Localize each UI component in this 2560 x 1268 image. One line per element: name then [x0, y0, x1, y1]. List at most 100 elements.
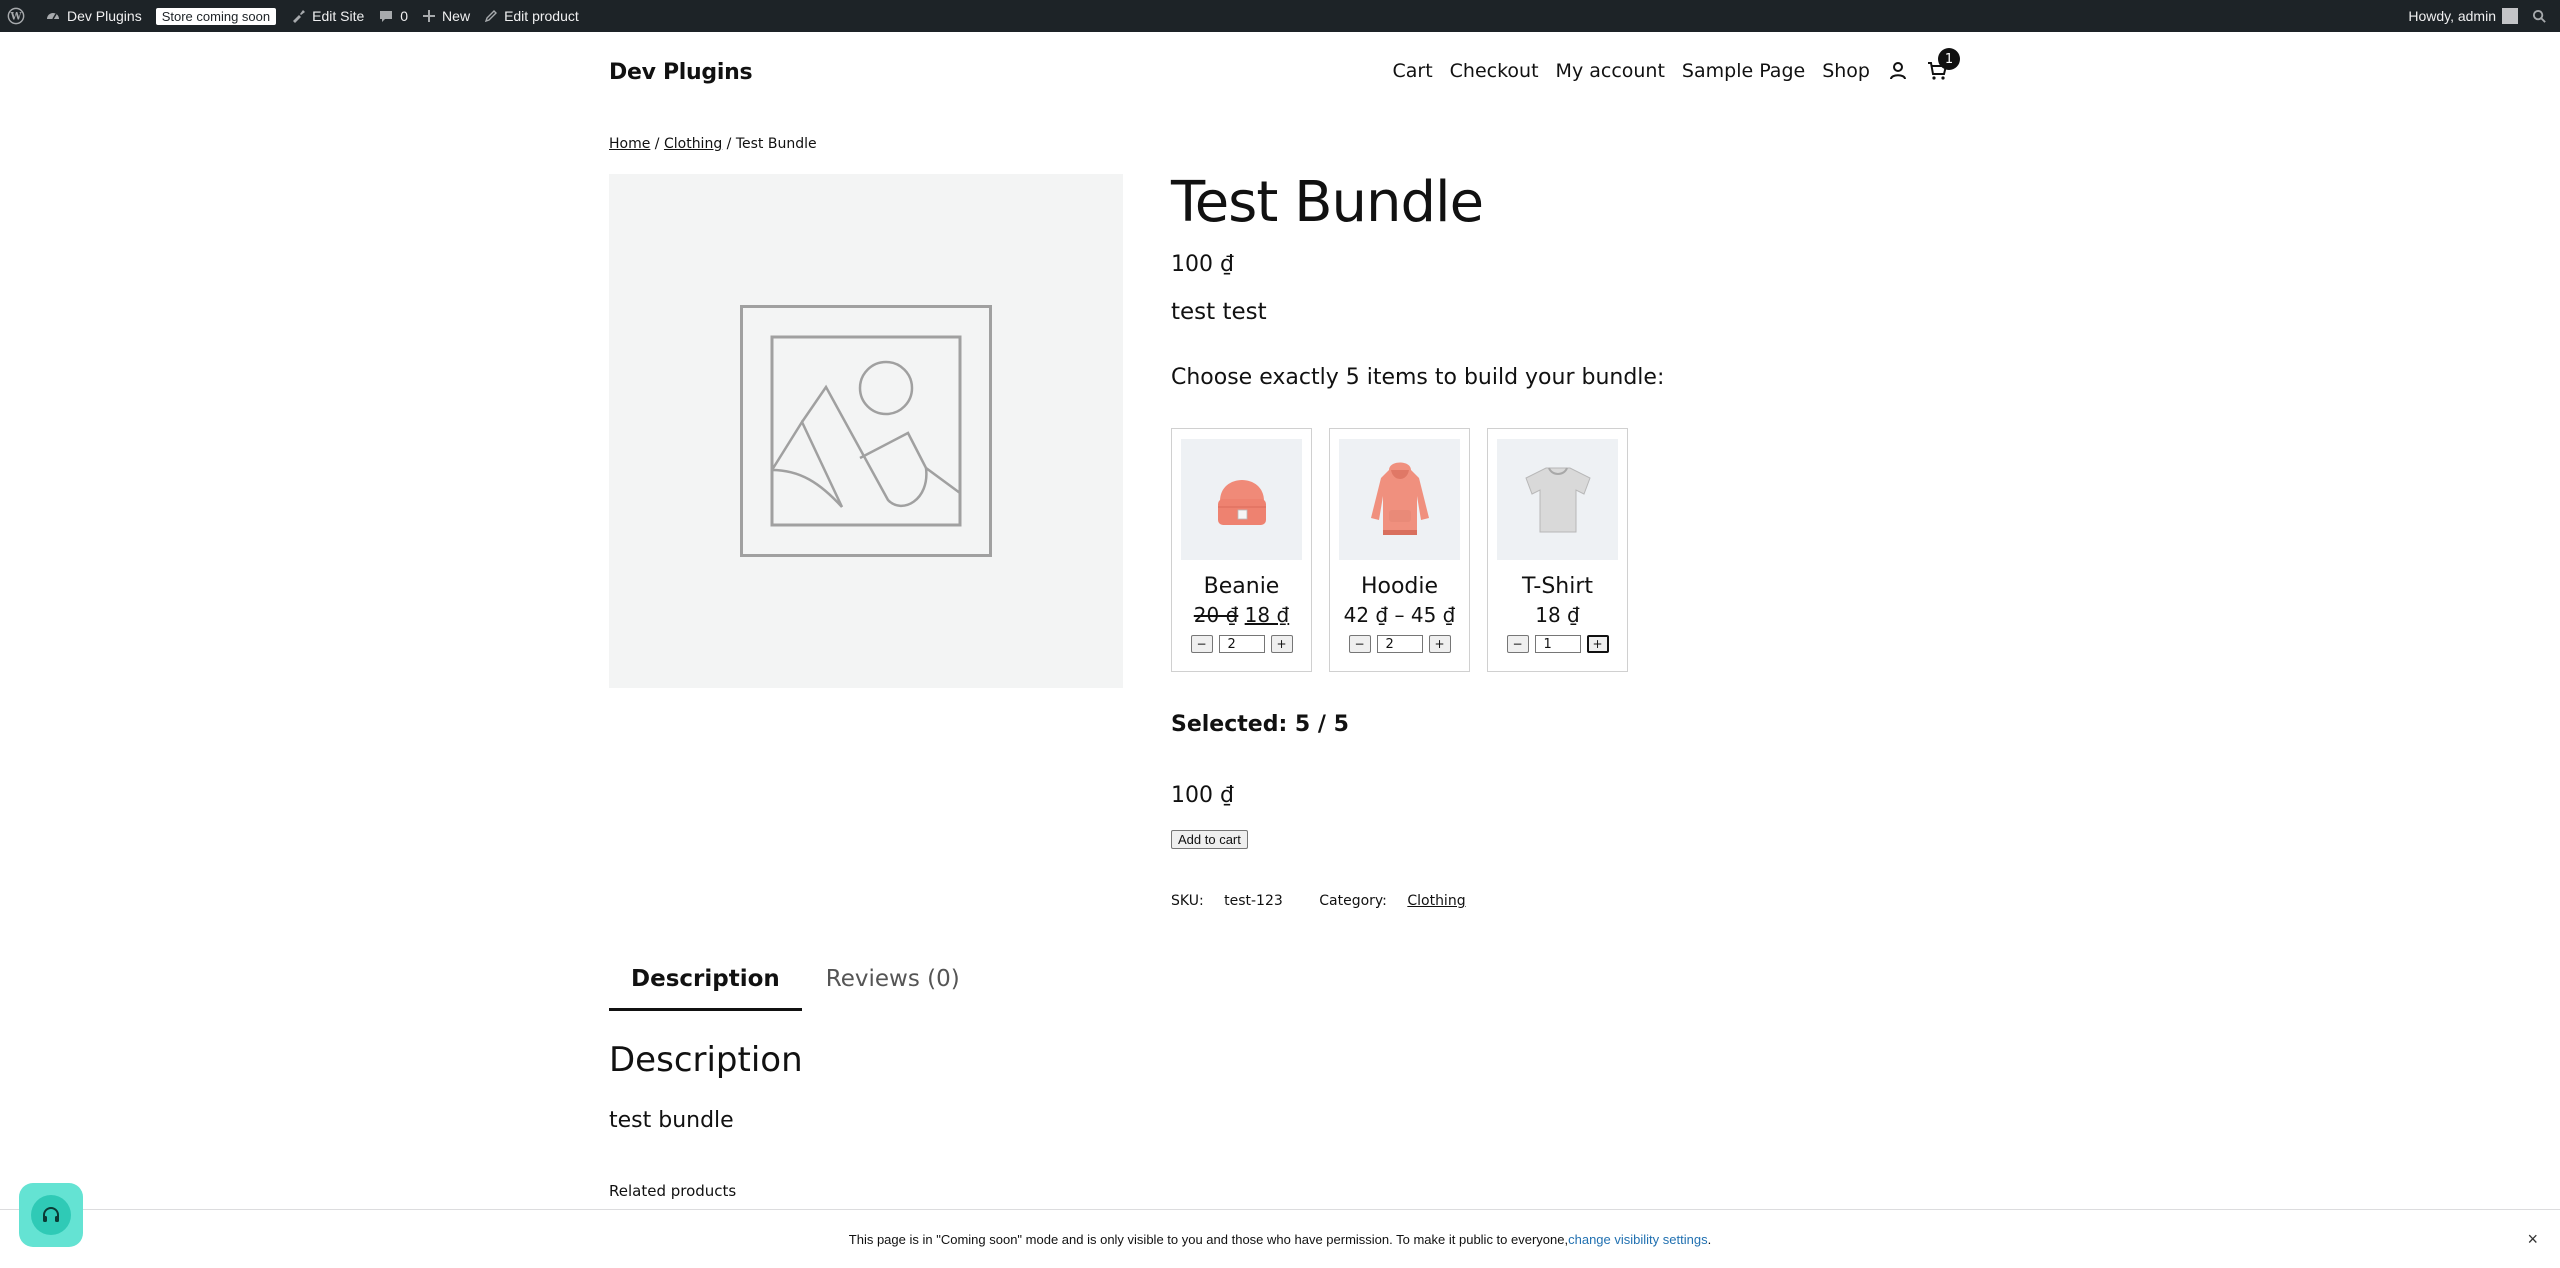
tshirt-icon — [1524, 467, 1591, 532]
search-icon — [2532, 9, 2546, 23]
bundle-item-tshirt: T-Shirt 18 ₫ − 1 + — [1487, 428, 1628, 672]
site-title[interactable]: Dev Plugins — [609, 60, 753, 85]
plus-icon — [423, 10, 436, 22]
site-name: Dev Plugins — [67, 8, 142, 24]
edit-site-label: Edit Site — [312, 8, 365, 24]
product-tabs: Description Reviews (0) — [609, 962, 982, 1011]
sku-value: test-123 — [1224, 893, 1283, 909]
close-icon[interactable]: × — [2527, 1229, 2538, 1250]
account-button[interactable] — [1888, 61, 1908, 81]
breadcrumb-home[interactable]: Home — [609, 136, 650, 152]
edit-product-label: Edit product — [504, 8, 579, 24]
hoodie-image — [1339, 439, 1460, 560]
related-products-heading: Related products — [609, 1182, 737, 1200]
new-label: New — [442, 8, 471, 24]
svg-text:W: W — [9, 12, 22, 23]
wordpress-logo-menu[interactable]: W — [0, 0, 38, 32]
quantity-input[interactable]: 1 — [1534, 635, 1581, 653]
decrease-button[interactable]: − — [1190, 635, 1213, 653]
admin-bar: W Dev Plugins Store coming soon Edit Sit… — [0, 0, 2560, 32]
bundle-item-price: 42 ₫ – 45 ₫ — [1343, 603, 1456, 627]
product-meta: SKU: test-123 Category: Clothing — [1171, 893, 1931, 909]
tshirt-image — [1497, 439, 1618, 560]
quantity-input[interactable]: 2 — [1376, 635, 1423, 653]
nav-checkout[interactable]: Checkout — [1450, 60, 1539, 82]
nav-cart[interactable]: Cart — [1392, 60, 1432, 82]
nav-shop[interactable]: Shop — [1822, 60, 1870, 82]
notice-text: This page is in "Coming soon" mode and i… — [848, 1231, 1569, 1247]
quantity-stepper: − 2 + — [1190, 635, 1293, 653]
quantity-stepper: − 1 + — [1506, 635, 1609, 653]
edit-product-link[interactable]: Edit product — [477, 0, 586, 32]
hoodie-icon — [1370, 462, 1429, 535]
wordpress-icon: W — [7, 7, 25, 25]
nav-my-account[interactable]: My account — [1556, 60, 1665, 82]
bundle-item-hoodie: Hoodie 42 ₫ – 45 ₫ − 2 + — [1329, 428, 1470, 672]
product-summary: Test Bundle 100 ₫ test test Choose exact… — [1171, 168, 1931, 909]
brush-icon — [293, 10, 306, 23]
tab-reviews[interactable]: Reviews (0) — [804, 962, 982, 1011]
product-image[interactable] — [609, 174, 1123, 688]
site-name-menu[interactable]: Dev Plugins — [38, 0, 149, 32]
bundle-item-price: 18 ₫ — [1535, 603, 1580, 627]
bundle-total-price: 100 ₫ — [1171, 783, 1234, 808]
help-inner — [31, 1195, 71, 1235]
selected-count: Selected: 5 / 5 — [1171, 712, 1349, 737]
bundle-items: Beanie 20 ₫ 18 ₫ − 2 + Hoodie 42 ₫ – 45 … — [1171, 428, 1931, 672]
status-badge: Store coming soon — [155, 7, 277, 25]
bundle-item-name: Beanie — [1203, 574, 1280, 599]
bundle-item-name: T-Shirt — [1521, 574, 1594, 599]
quantity-input[interactable]: 2 — [1218, 635, 1265, 653]
quantity-stepper: − 2 + — [1348, 635, 1451, 653]
nav-sample-page[interactable]: Sample Page — [1682, 60, 1805, 82]
visibility-settings-link[interactable]: change visibility settings — [1568, 1232, 1707, 1247]
decrease-button[interactable]: − — [1348, 635, 1371, 653]
headset-icon — [43, 1207, 59, 1222]
cart-count-badge: 1 — [1938, 48, 1960, 70]
description-heading: Description — [609, 1040, 803, 1080]
breadcrumb: Home / Clothing / Test Bundle — [609, 136, 817, 152]
bundle-item-beanie: Beanie 20 ₫ 18 ₫ − 2 + — [1171, 428, 1312, 672]
bundle-item-price: 20 ₫ 18 ₫ — [1194, 603, 1289, 627]
sale-price: 18 ₫ — [1244, 603, 1290, 627]
edit-site-link[interactable]: Edit Site — [283, 0, 371, 32]
image-placeholder-icon — [740, 305, 992, 557]
category-label: Category: — [1319, 893, 1387, 909]
breadcrumb-separator: / — [654, 136, 660, 152]
pencil-icon — [484, 10, 498, 23]
comment-icon — [380, 11, 393, 22]
add-to-cart-button[interactable]: Add to cart — [1171, 830, 1248, 849]
new-content-menu[interactable]: New — [415, 0, 477, 32]
category-link[interactable]: Clothing — [1407, 893, 1465, 909]
notice-end: . — [1707, 1231, 1712, 1247]
mini-cart-button[interactable]: 1 — [1926, 48, 1960, 82]
comments-count: 0 — [400, 8, 409, 24]
beanie-icon — [1217, 479, 1266, 525]
help-chat-button[interactable] — [19, 1183, 83, 1247]
admin-search[interactable] — [2525, 0, 2560, 32]
comments-link[interactable]: 0 — [371, 0, 415, 32]
increase-button[interactable]: + — [1586, 635, 1609, 653]
increase-button[interactable]: + — [1428, 635, 1451, 653]
bundle-item-name: Hoodie — [1360, 574, 1439, 599]
description-text: test bundle — [609, 1108, 734, 1133]
user-icon — [1890, 62, 1906, 80]
main-navigation: Cart Checkout My account Sample Page Sho… — [1375, 48, 1960, 82]
product-price: 100 ₫ — [1171, 252, 1234, 277]
breadcrumb-separator: / — [726, 136, 732, 152]
product-title: Test Bundle — [1171, 170, 1484, 235]
coming-soon-notice: This page is in "Coming soon" mode and i… — [0, 1209, 2560, 1268]
old-price: 20 ₫ — [1193, 603, 1239, 627]
beanie-image — [1181, 439, 1302, 560]
dashboard-icon — [47, 13, 59, 20]
tab-description[interactable]: Description — [609, 962, 802, 1011]
breadcrumb-current: Test Bundle — [735, 136, 817, 152]
sku-wrapper: SKU: test-123 — [1171, 893, 1299, 909]
account-menu[interactable]: Howdy, admin — [2401, 0, 2525, 32]
decrease-button[interactable]: − — [1506, 635, 1529, 653]
store-status[interactable]: Store coming soon — [149, 0, 283, 32]
category-wrapper: Category: Clothing — [1319, 893, 1465, 909]
breadcrumb-category[interactable]: Clothing — [664, 136, 722, 152]
increase-button[interactable]: + — [1270, 635, 1293, 653]
short-description: test test — [1171, 299, 1267, 325]
